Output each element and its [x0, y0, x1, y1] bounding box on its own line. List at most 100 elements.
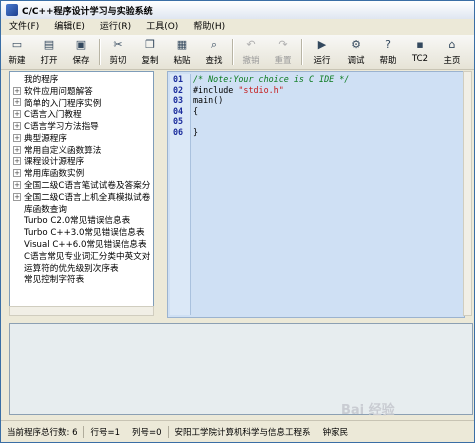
- paste-icon: ▦: [176, 38, 188, 51]
- line-number: 04: [173, 105, 184, 116]
- tree-item[interactable]: + 常用自定义函数算法: [10, 144, 153, 156]
- toolbar-button-5[interactable]: ▦ 粘贴: [166, 35, 198, 69]
- find-icon: ⌕: [210, 38, 218, 51]
- app-window: C/C++程序设计学习与实验系统 文件(F) 编辑(E) 运行(R) 工具(O) 帮助(…: [0, 0, 475, 443]
- toolbar-button-1[interactable]: ▤ 打开: [33, 35, 65, 69]
- toolbar-button-6[interactable]: ⌕ 查找: [198, 35, 230, 69]
- expand-plus-icon[interactable]: +: [13, 122, 21, 131]
- toolbar-button-label: 运行: [313, 56, 331, 66]
- toolbar-button-label: 粘贴: [173, 56, 191, 66]
- toolbar-button-label: 主页: [443, 56, 461, 66]
- tree-item-label: C语言学习方法指导: [24, 122, 99, 132]
- expand-plus-icon[interactable]: +: [13, 169, 21, 178]
- tree-item[interactable]: 常见控制字符表: [10, 274, 153, 285]
- toolbar-button-label: 撤销: [242, 56, 260, 66]
- toolbar-button-0[interactable]: ▭ 新建: [1, 35, 33, 69]
- editor-vertical-scrollbar[interactable]: [463, 71, 472, 316]
- code-token: {: [193, 105, 199, 116]
- tree-item-label: 软件应用问题解答: [24, 86, 93, 97]
- toolbar-button-label: 帮助: [379, 56, 397, 66]
- expand-plus-icon[interactable]: +: [13, 181, 21, 190]
- expand-plus-icon[interactable]: +: [13, 86, 21, 95]
- expand-plus-icon[interactable]: +: [13, 110, 21, 119]
- toolbar-button-label: 剪切: [109, 56, 127, 66]
- status-org: 安阳工学院计算机科学与信息工程系: [174, 428, 311, 438]
- tree-item[interactable]: + 常用库函数实例: [10, 167, 153, 179]
- tree-item-label: 简单的入门程序实例: [24, 98, 102, 109]
- code-line[interactable]: {: [193, 106, 349, 117]
- code-line[interactable]: [193, 116, 349, 127]
- toolbar-button-11[interactable]: ? 帮助: [372, 35, 404, 69]
- tree-item-label: 库函数查询: [24, 204, 67, 215]
- toolbar-button-3[interactable]: ✂ 剪切: [102, 35, 134, 69]
- tree-item[interactable]: C语言常见专业词汇分类中英文对: [10, 250, 153, 262]
- tree-item[interactable]: + 全国二级C语言笔试试卷及答案分: [10, 179, 153, 191]
- tree-item[interactable]: + 软件应用问题解答: [10, 85, 153, 97]
- toolbar-button-12[interactable]: ▪ TC2: [404, 35, 436, 69]
- tree-item[interactable]: 运算符的优先级别次序表: [10, 262, 153, 274]
- status-row: 行号=1: [90, 428, 121, 438]
- menu-item-1[interactable]: 编辑(E): [46, 19, 92, 35]
- toolbar-button-13[interactable]: ⌂ 主页: [436, 35, 468, 69]
- tree-item-label: Visual C++6.0常见错误信息表: [24, 240, 147, 250]
- tree-item[interactable]: Visual C++6.0常见错误信息表: [10, 238, 153, 250]
- tree-item[interactable]: 库函数查询: [10, 203, 153, 215]
- menu-bar: 文件(F) 编辑(E) 运行(R) 工具(O) 帮助(H): [1, 19, 474, 35]
- menu-item-0[interactable]: 文件(F): [1, 19, 46, 35]
- tc2-icon: ▪: [416, 38, 424, 51]
- tree-item[interactable]: + 典型源程序: [10, 132, 153, 144]
- status-author: 钟家民: [322, 428, 349, 438]
- title-bar[interactable]: C/C++程序设计学习与实验系统: [1, 1, 474, 19]
- toolbar-button-4[interactable]: ❐ 复制: [134, 35, 166, 69]
- tree-item-label: 常用自定义函数算法: [24, 145, 102, 156]
- tree-item-label: C语言入门教程: [24, 110, 82, 121]
- toolbar-button-10[interactable]: ⚙ 调试: [340, 35, 372, 69]
- code-editor[interactable]: 01 02 03 04 05 06 /* Note:Your choice is C ID…: [167, 71, 465, 318]
- watermark-logo: Bai 经验: [341, 403, 395, 418]
- toolbar-button-7[interactable]: ↶ 撤销: [235, 35, 267, 69]
- tree-item[interactable]: + C语言学习方法指导: [10, 120, 153, 132]
- toolbar-separator: [99, 39, 100, 65]
- tree-horizontal-scrollbar[interactable]: [9, 306, 154, 316]
- code-token: main(): [193, 95, 224, 105]
- code-line[interactable]: main(): [193, 95, 349, 106]
- status-col: 列号=0: [132, 428, 162, 438]
- expand-plus-icon[interactable]: +: [13, 98, 21, 107]
- tree-item[interactable]: + 课程设计源程序: [10, 156, 153, 167]
- expand-plus-icon[interactable]: +: [13, 133, 21, 142]
- tree-item[interactable]: 我的程序: [10, 73, 153, 85]
- copy-icon: ❐: [145, 38, 155, 51]
- toolbar-button-label: 打开: [40, 56, 58, 66]
- toolbar-button-label: 保存: [72, 56, 90, 66]
- tree-item[interactable]: + 简单的入门程序实例: [10, 97, 153, 109]
- tree-item[interactable]: Turbo C++3.0常见错误信息表: [10, 226, 153, 238]
- window-title: C/C++程序设计学习与实验系统: [22, 6, 153, 17]
- code-area[interactable]: /* Note:Your choice is C IDE */#include …: [193, 74, 349, 137]
- expand-plus-icon[interactable]: +: [13, 192, 21, 201]
- tree-item-label: 全国二级C语言笔试试卷及答案分: [24, 181, 151, 191]
- code-line[interactable]: }: [193, 127, 349, 138]
- toolbar-button-8[interactable]: ↷ 重置: [267, 35, 299, 69]
- tree-item[interactable]: + 全国二级C语言上机全真模拟试卷: [10, 191, 153, 203]
- status-total-lines: 当前程序总行数: 6: [7, 428, 78, 438]
- line-number: 05: [173, 116, 184, 126]
- code-line[interactable]: #include "stdio.h": [193, 85, 349, 96]
- menu-item-4[interactable]: 帮助(H): [185, 19, 232, 35]
- tree-item[interactable]: + C语言入门教程: [10, 108, 153, 120]
- toolbar-button-2[interactable]: ▣ 保存: [65, 35, 97, 69]
- line-number: 01: [173, 74, 184, 84]
- line-number-gutter: 01 02 03 04 05 06: [170, 74, 191, 315]
- toolbar-button-label: 调试: [347, 56, 365, 66]
- code-line[interactable]: /* Note:Your choice is C IDE */: [193, 74, 349, 85]
- toolbar-button-9[interactable]: ▶ 运行: [304, 35, 340, 69]
- menu-item-2[interactable]: 运行(R): [92, 19, 138, 35]
- code-token: /* Note:Your choice is C IDE */: [193, 74, 350, 84]
- menu-item-3[interactable]: 工具(O): [138, 19, 185, 35]
- tree-item-label: 典型源程序: [24, 133, 67, 144]
- expand-plus-icon[interactable]: +: [13, 145, 21, 154]
- toolbar-separator: [232, 39, 233, 65]
- output-pane: [9, 323, 473, 415]
- tree-item-label: C语言常见专业词汇分类中英文对: [24, 251, 151, 262]
- expand-plus-icon[interactable]: +: [13, 157, 21, 166]
- tree-item[interactable]: Turbo C2.0常见错误信息表: [10, 215, 153, 226]
